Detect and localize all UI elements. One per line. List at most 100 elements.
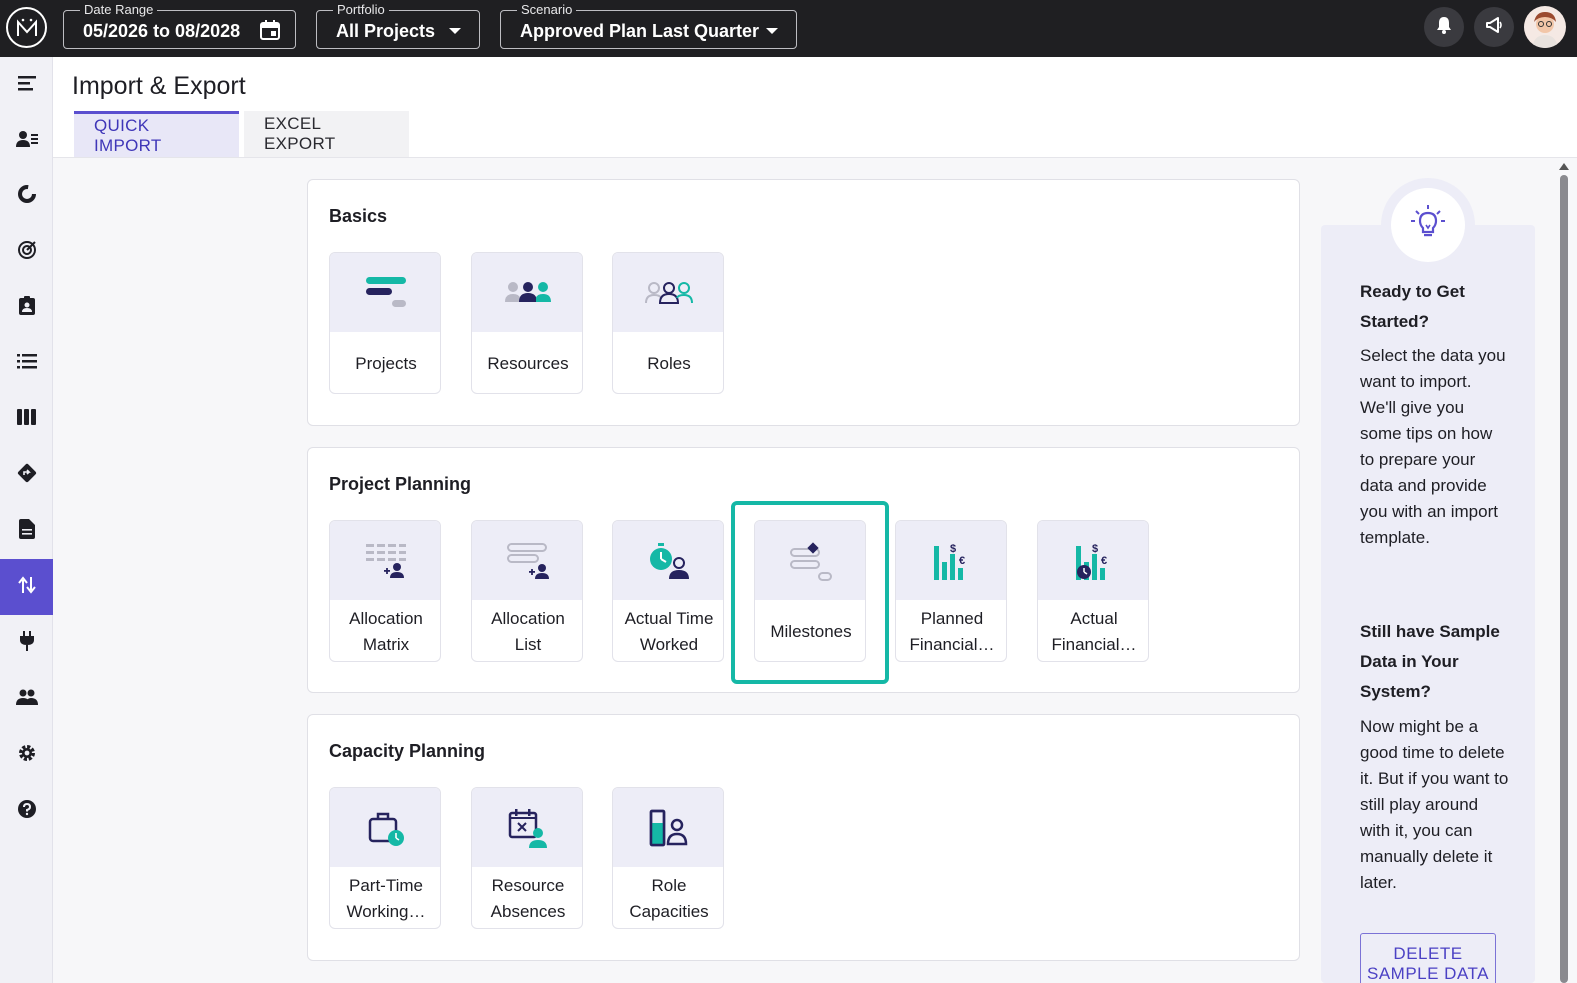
planned-financials-icon: $ € [896, 521, 1006, 600]
clipboard-person-icon [18, 295, 36, 320]
sidebar-item-board[interactable] [0, 391, 53, 447]
document-icon [18, 518, 35, 544]
import-card-allocation-list[interactable]: Allocation List [471, 520, 583, 662]
vertical-scrollbar[interactable] [1560, 175, 1568, 983]
menu-icon [17, 74, 37, 97]
tips-text-sample-data: Now might be a good time to delete it. B… [1360, 717, 1509, 892]
date-range-label: Date Range [80, 2, 158, 18]
portfolio-selector[interactable]: Portfolio All Projects [316, 2, 480, 49]
section-project-planning: Project Planning Allocation Matrix Alloc… [307, 447, 1300, 693]
top-bar: Date Range 05/2026 to 08/2028 Portfolio … [0, 0, 1577, 57]
delete-sample-data-button[interactable]: DELETE SAMPLE DATA [1360, 933, 1496, 983]
notifications-button[interactable] [1424, 7, 1464, 47]
directions-icon [17, 463, 37, 488]
section-capacity-planning: Capacity Planning Part-Time Working… Res… [307, 714, 1300, 961]
card-label: Planned Financial… [909, 608, 995, 654]
svg-text:$: $ [1092, 543, 1098, 555]
lightbulb-badge [1381, 178, 1475, 272]
date-range-value: 05/2026 to 08/2028 [83, 21, 241, 41]
date-range-selector[interactable]: Date Range 05/2026 to 08/2028 [63, 2, 296, 49]
section-basics: Basics Projects Resources Roles [307, 179, 1300, 426]
scenario-label: Scenario [517, 2, 577, 18]
sidebar-item-roadmap[interactable] [0, 447, 53, 503]
import-card-resource-absences[interactable]: Resource Absences [471, 787, 583, 929]
sidebar-item-users[interactable] [0, 671, 53, 727]
avatar[interactable] [1524, 6, 1566, 48]
import-card-part-time-working[interactable]: Part-Time Working… [329, 787, 441, 929]
import-card-roles[interactable]: Roles [612, 252, 724, 394]
sidebar-item-help[interactable] [0, 783, 53, 839]
plug-icon [19, 630, 35, 656]
import-card-milestones[interactable]: Milestones [754, 520, 866, 662]
import-card-resources[interactable]: Resources [471, 252, 583, 394]
sidebar-item-list[interactable] [0, 335, 53, 391]
resources-icon [472, 253, 582, 332]
sidebar-item-goals[interactable] [0, 224, 53, 280]
svg-text:€: € [1101, 555, 1107, 567]
scenario-selector[interactable]: Scenario Approved Plan Last Quarter [500, 2, 797, 49]
tips-heading-sample-data: Still have Sample Data in Your System? [1360, 622, 1500, 701]
card-label: Roles [647, 353, 691, 373]
resource-absences-icon [472, 788, 582, 867]
donut-chart-icon [17, 184, 37, 209]
svg-text:$: $ [950, 543, 956, 555]
import-card-role-capacities[interactable]: Role Capacities [612, 787, 724, 929]
gear-icon [17, 743, 37, 768]
card-label: Milestones [770, 621, 852, 641]
page-title: Import & Export [72, 72, 246, 100]
card-label: Resource Absences [490, 875, 566, 921]
columns-icon [16, 408, 37, 430]
tab-excel-export[interactable]: EXCEL EXPORT [244, 111, 409, 157]
scroll-up-arrow[interactable] [1559, 163, 1569, 170]
sidebar-item-assignments[interactable] [0, 279, 53, 335]
megaphone-icon [1484, 15, 1504, 40]
tips-panel: Ready to Get Started? Select the data yo… [1321, 225, 1535, 983]
calendar-icon [259, 19, 281, 41]
import-export-icon [17, 575, 36, 600]
sidebar-item-integrations[interactable] [0, 615, 53, 671]
role-capacities-icon [613, 788, 723, 867]
chevron-down-icon [766, 28, 778, 34]
scenario-value: Approved Plan Last Quarter [520, 21, 760, 41]
sidebar-item-reports[interactable] [0, 503, 53, 559]
sidebar [0, 57, 53, 983]
tips-text-ready: Select the data you want to import. We'l… [1360, 346, 1506, 547]
portfolio-label: Portfolio [333, 2, 389, 18]
section-title: Capacity Planning [329, 741, 486, 761]
roles-icon [613, 253, 723, 332]
milestones-icon [755, 521, 865, 600]
help-icon [17, 799, 37, 824]
section-title: Project Planning [329, 474, 472, 494]
import-card-planned-financials[interactable]: $ € Planned Financial… [895, 520, 1007, 662]
target-icon [17, 240, 37, 265]
card-label: Allocation Matrix [349, 608, 423, 654]
sidebar-item-dashboard[interactable] [0, 168, 53, 224]
tips-heading-ready: Ready to Get Started? [1360, 282, 1465, 331]
card-label: Actual Financial… [1051, 608, 1137, 654]
part-time-working-icon [330, 788, 440, 867]
actual-time-worked-icon [613, 521, 723, 600]
allocation-matrix-icon [330, 521, 440, 600]
card-label: Role Capacities [629, 875, 709, 921]
sidebar-item-import-export[interactable] [0, 559, 53, 615]
tab-bar: QUICK IMPORT EXCEL EXPORT [74, 111, 414, 157]
section-title: Basics [329, 206, 388, 226]
import-card-allocation-matrix[interactable]: Allocation Matrix [329, 520, 441, 662]
announcements-button[interactable] [1474, 7, 1514, 47]
lightbulb-icon [1408, 203, 1448, 248]
import-card-projects[interactable]: Projects [329, 252, 441, 394]
projects-icon [330, 253, 440, 332]
sidebar-item-settings[interactable] [0, 727, 53, 783]
sidebar-item-resources[interactable] [0, 113, 53, 169]
chevron-down-icon [449, 28, 461, 34]
card-label: Allocation List [491, 608, 565, 654]
sidebar-menu-toggle[interactable] [0, 57, 53, 113]
card-label: Resources [487, 353, 569, 373]
app-logo-icon[interactable] [6, 7, 47, 48]
import-card-actual-financials[interactable]: $ € Actual Financial… [1037, 520, 1149, 662]
import-card-actual-time-worked[interactable]: Actual Time Worked [612, 520, 724, 662]
card-label: Projects [355, 353, 417, 373]
portfolio-value: All Projects [336, 21, 436, 41]
tab-quick-import[interactable]: QUICK IMPORT [74, 111, 239, 157]
actual-financials-icon: $ € [1038, 521, 1148, 600]
